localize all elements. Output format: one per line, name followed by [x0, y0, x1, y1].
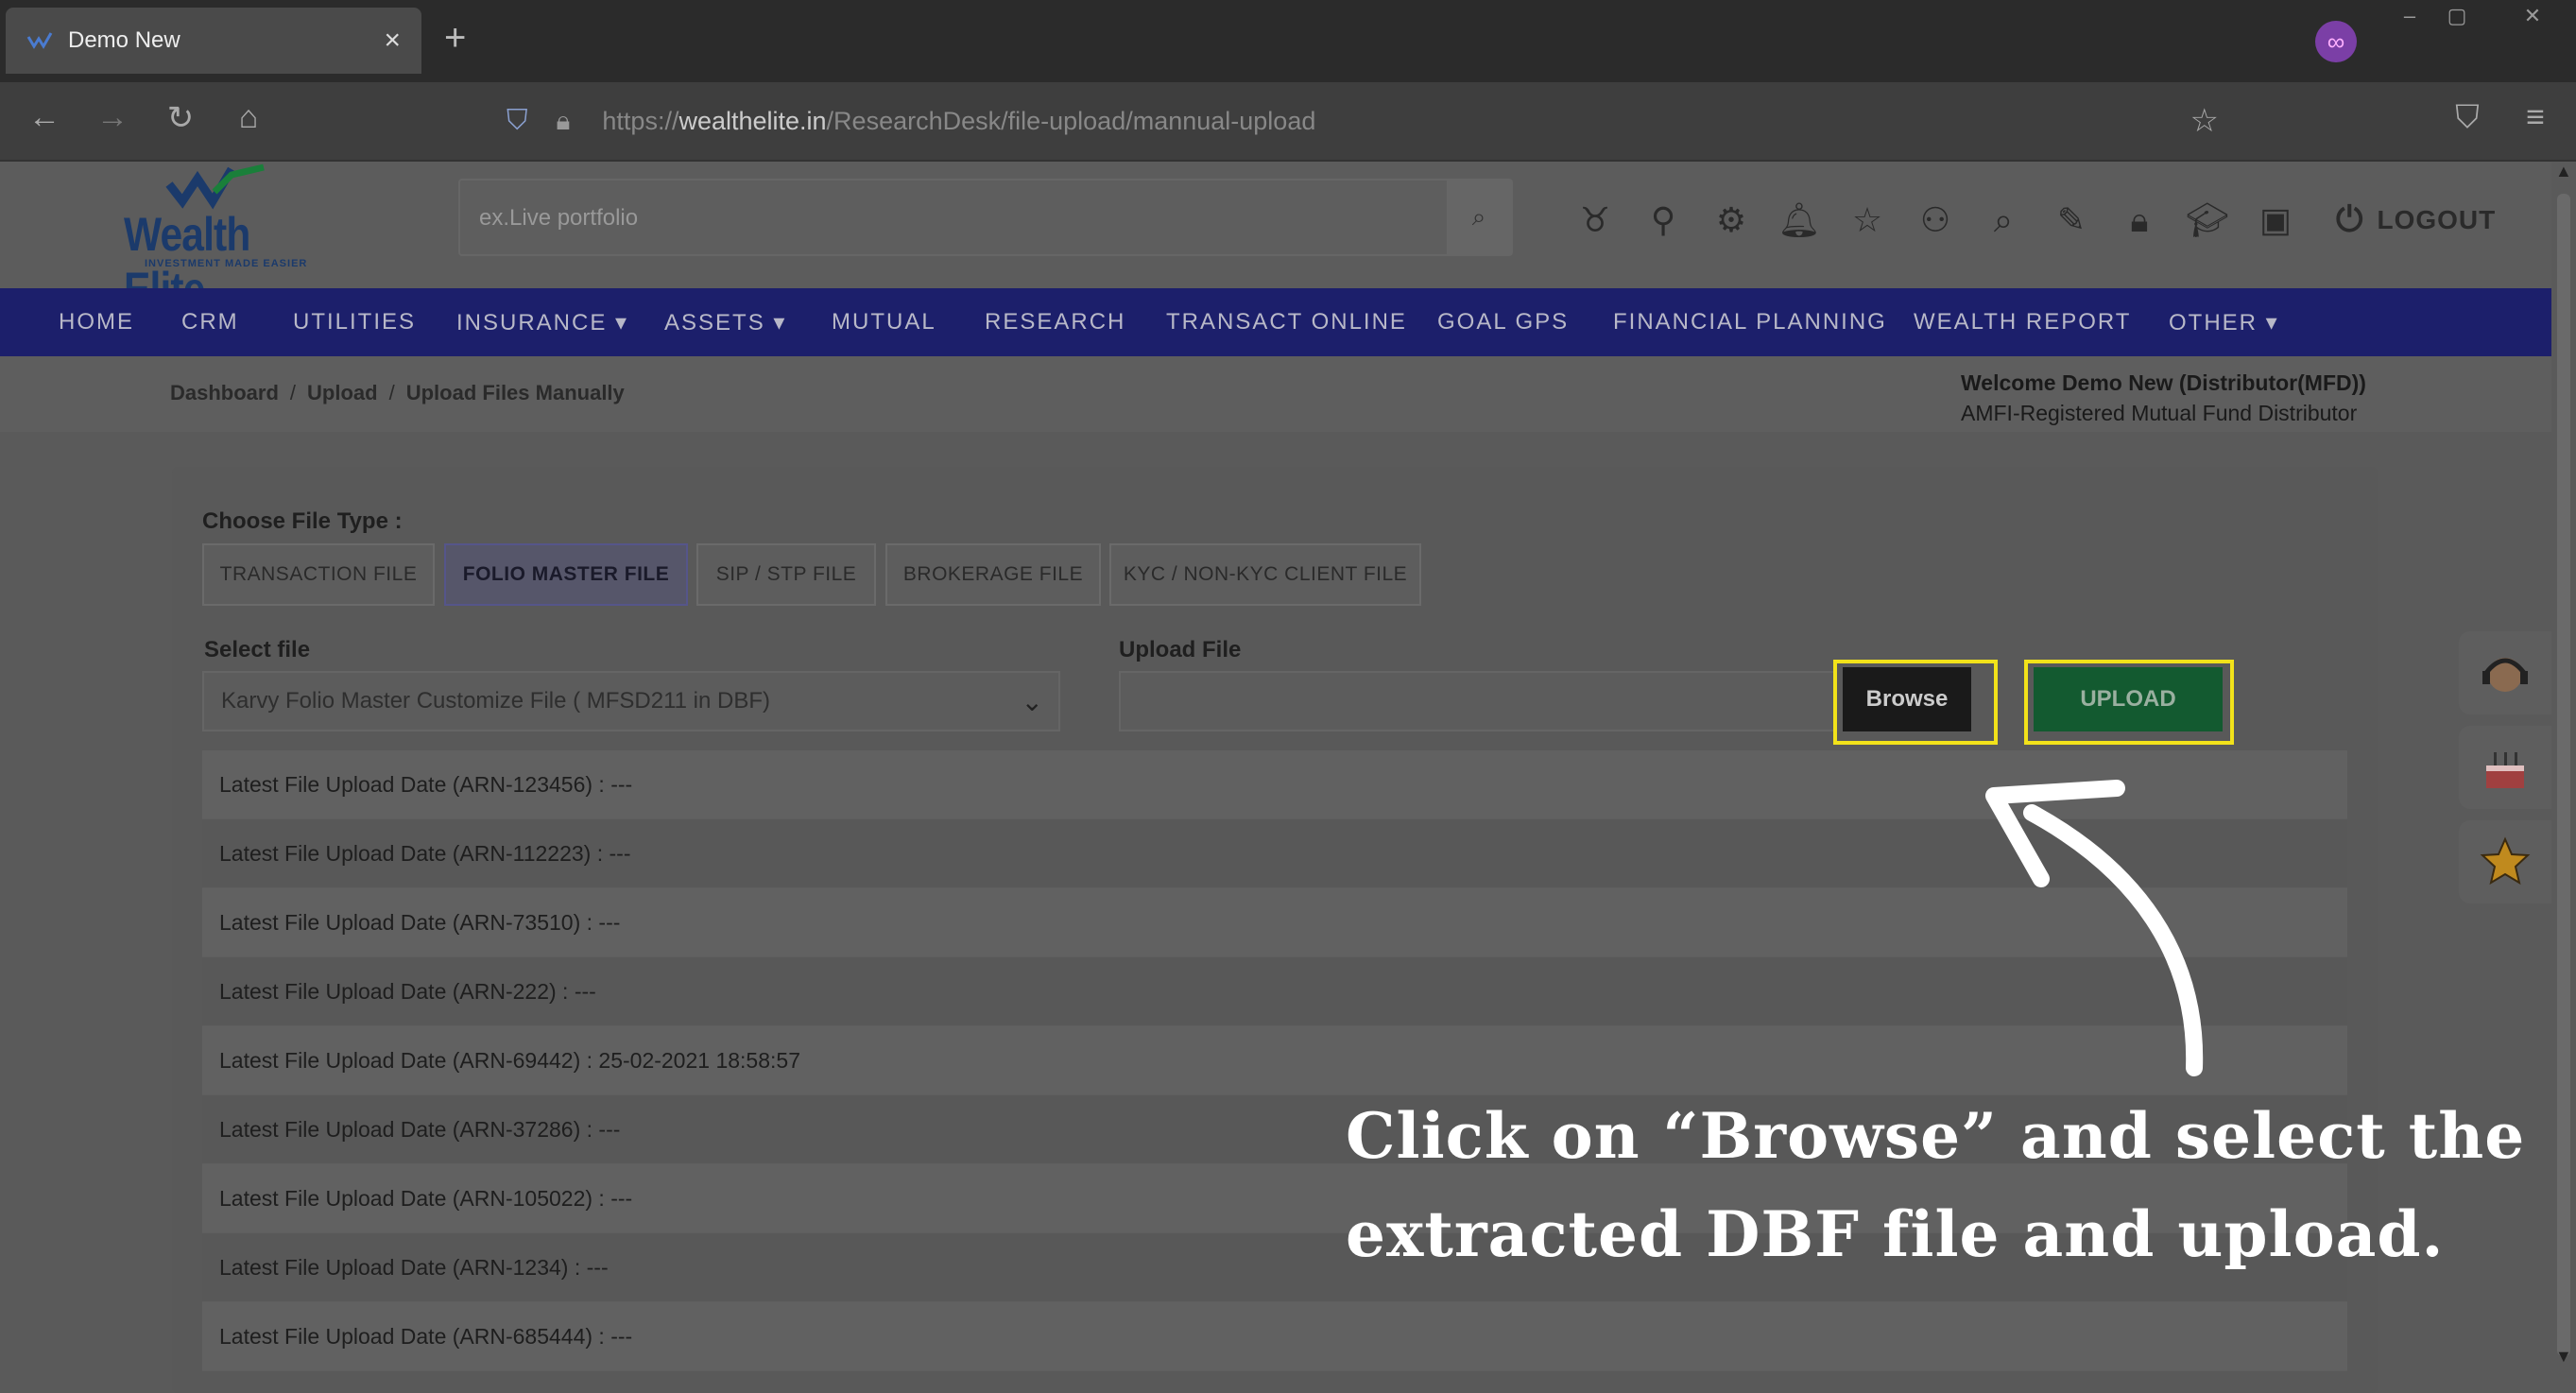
select-file-label: Select file — [204, 637, 311, 662]
logout-icon: ⏻ — [2336, 199, 2364, 238]
wealthelite-favicon-icon — [26, 32, 53, 49]
breadcrumb-upload[interactable]: Upload — [307, 381, 378, 404]
browser-tab[interactable]: Demo New × — [6, 8, 421, 74]
site-header: Wealth Elite INVESTMENT MADE EASIER ex.L… — [0, 162, 2551, 316]
upload-button[interactable]: UPLOAD — [2034, 667, 2223, 731]
tab-title: Demo New — [68, 27, 180, 53]
chevron-down-icon: ⌄ — [1021, 687, 1043, 716]
bull-market-icon[interactable]: ♉︎ — [1572, 198, 1618, 243]
graduation-cap-icon[interactable]: 🎓︎ — [2185, 198, 2230, 243]
menu-item-mutual[interactable]: MUTUAL — [832, 309, 936, 335]
menu-item-assets[interactable]: ASSETS ▾ — [664, 309, 786, 336]
menu-item-financial-planning[interactable]: FINANCIAL PLANNING — [1613, 309, 1887, 335]
address-bar[interactable]: ⛉ 🔒︎ https://wealthelite.in/ResearchDesk… — [491, 92, 2230, 150]
tracking-shield-icon[interactable]: ⛉ — [507, 105, 528, 137]
menu-item-transact-online[interactable]: TRANSACT ONLINE — [1166, 309, 1407, 335]
private-browsing-icon[interactable]: ∞ — [2315, 21, 2357, 62]
tab-kyc-client-file[interactable]: KYC / NON-KYC CLIENT FILE — [1109, 543, 1421, 606]
search-input[interactable]: ex.Live portfolio — [479, 205, 638, 232]
menu-item-utilities[interactable]: UTILITIES — [293, 309, 416, 335]
menu-item-wealth-report[interactable]: WEALTH REPORT — [1914, 309, 2131, 335]
wealth-elite-logo[interactable]: Wealth Elite INVESTMENT MADE EASIER — [118, 162, 326, 316]
choose-file-type-label: Choose File Type : — [202, 508, 403, 534]
breadcrumb-separator: / — [388, 381, 395, 404]
select-value: Karvy Folio Master Customize File ( MFSD… — [221, 688, 771, 714]
tab-transaction-file[interactable]: TRANSACTION FILE — [202, 543, 435, 606]
browse-button[interactable]: Browse — [1843, 667, 1971, 731]
list-item: Latest File Upload Date (ARN-685444) : -… — [202, 1302, 2347, 1371]
breadcrumb-separator: / — [289, 381, 297, 404]
lock-icon[interactable]: 🔒︎ — [557, 106, 571, 137]
support-agent-icon[interactable] — [2459, 631, 2551, 714]
scroll-up-icon[interactable]: ▲ — [2555, 162, 2572, 181]
menu-item-insurance[interactable]: INSURANCE ▾ — [456, 309, 628, 336]
pocket-icon[interactable]: ⛉ — [2444, 99, 2491, 136]
portfolio-search[interactable]: ex.Live portfolio ⌕ — [458, 179, 1513, 256]
home-icon[interactable]: ⌂ — [225, 99, 272, 136]
logo-tagline: INVESTMENT MADE EASIER — [145, 258, 308, 269]
menu-item-home[interactable]: HOME — [59, 309, 134, 335]
distributor-role: AMFI-Registered Mutual Fund Distributor — [1961, 401, 2358, 425]
bookmark-star-icon[interactable]: ☆ — [2190, 102, 2219, 140]
logout-button[interactable]: ⏻ LOGOUT — [2336, 199, 2496, 240]
star-icon[interactable]: ☆ — [1845, 198, 1890, 243]
zoom-search-icon[interactable]: ⌕ — [1981, 198, 2026, 243]
breadcrumb-dashboard[interactable]: Dashboard — [170, 381, 279, 404]
menu-item-goal-gps[interactable]: GOAL GPS — [1437, 309, 1569, 335]
presentation-screen-icon[interactable]: ▣ — [2253, 198, 2298, 243]
tab-brokerage-file[interactable]: BROKERAGE FILE — [885, 543, 1101, 606]
gear-icon[interactable]: ⚙ — [1709, 198, 1754, 243]
back-icon[interactable]: ← — [21, 99, 68, 136]
maximize-icon[interactable]: ▢ — [2419, 0, 2495, 32]
instruction-text: Click on “Browse” and select the extract… — [1346, 1099, 2526, 1271]
main-menu: HOME CRM UTILITIES INSURANCE ▾ ASSETS ▾ … — [0, 288, 2551, 356]
scroll-down-icon[interactable]: ▼ — [2555, 1347, 2572, 1367]
logout-label: LOGOUT — [2377, 204, 2497, 234]
menu-item-research[interactable]: RESEARCH — [985, 309, 1125, 335]
breadcrumb: Dashboard / Upload / Upload Files Manually — [170, 381, 625, 405]
app-menu-icon[interactable]: ≡ — [2512, 99, 2559, 136]
user-edit-icon[interactable]: ✎ — [2049, 198, 2094, 243]
birthday-cake-icon[interactable] — [2459, 726, 2551, 809]
location-pin-icon[interactable]: ⚲ — [1640, 198, 1686, 243]
tab-folio-master-file[interactable]: FOLIO MASTER FILE — [444, 543, 688, 606]
new-tab-icon[interactable]: + — [444, 17, 466, 60]
browser-tab-bar: Demo New × + ∞ – ▢ ✕ — [0, 0, 2576, 82]
welcome-info: Welcome Demo New (Distributor(MFD)) AMFI… — [1961, 368, 2366, 428]
menu-item-crm[interactable]: CRM — [181, 309, 239, 335]
bell-icon[interactable]: 🔔︎ — [1777, 198, 1822, 243]
reload-icon[interactable]: ↻ — [157, 99, 204, 137]
file-path-input[interactable] — [1119, 671, 1837, 731]
lock-icon[interactable]: 🔒︎ — [2117, 198, 2162, 243]
upload-file-label: Upload File — [1119, 637, 1242, 662]
breadcrumb-current: Upload Files Manually — [405, 381, 625, 404]
file-format-select[interactable]: Karvy Folio Master Customize File ( MFSD… — [202, 671, 1060, 731]
browser-nav-bar: ← → ↻ ⌂ ⛉ 🔒︎ https://wealthelite.in/Rese… — [0, 82, 2576, 162]
search-icon[interactable]: ⌕ — [1447, 181, 1511, 254]
tab-close-icon[interactable]: × — [384, 25, 401, 57]
tab-sip-stp-file[interactable]: SIP / STP FILE — [696, 543, 876, 606]
url-text: https://wealthelite.in/ResearchDesk/file… — [602, 106, 1316, 135]
user-growth-icon[interactable]: ⚇ — [1913, 198, 1958, 243]
pointer-arrow-icon — [1985, 780, 2204, 1076]
forward-icon[interactable]: → — [89, 99, 136, 136]
welcome-text: Welcome Demo New (Distributor(MFD)) — [1961, 370, 2366, 395]
breadcrumb-bar: Dashboard / Upload / Upload Files Manually W… — [0, 356, 2551, 432]
favorite-star-icon[interactable] — [2459, 820, 2551, 903]
menu-item-other[interactable]: OTHER ▾ — [2169, 309, 2279, 336]
logo-mark-icon — [165, 163, 265, 210]
window-close-icon[interactable]: ✕ — [2495, 0, 2570, 32]
